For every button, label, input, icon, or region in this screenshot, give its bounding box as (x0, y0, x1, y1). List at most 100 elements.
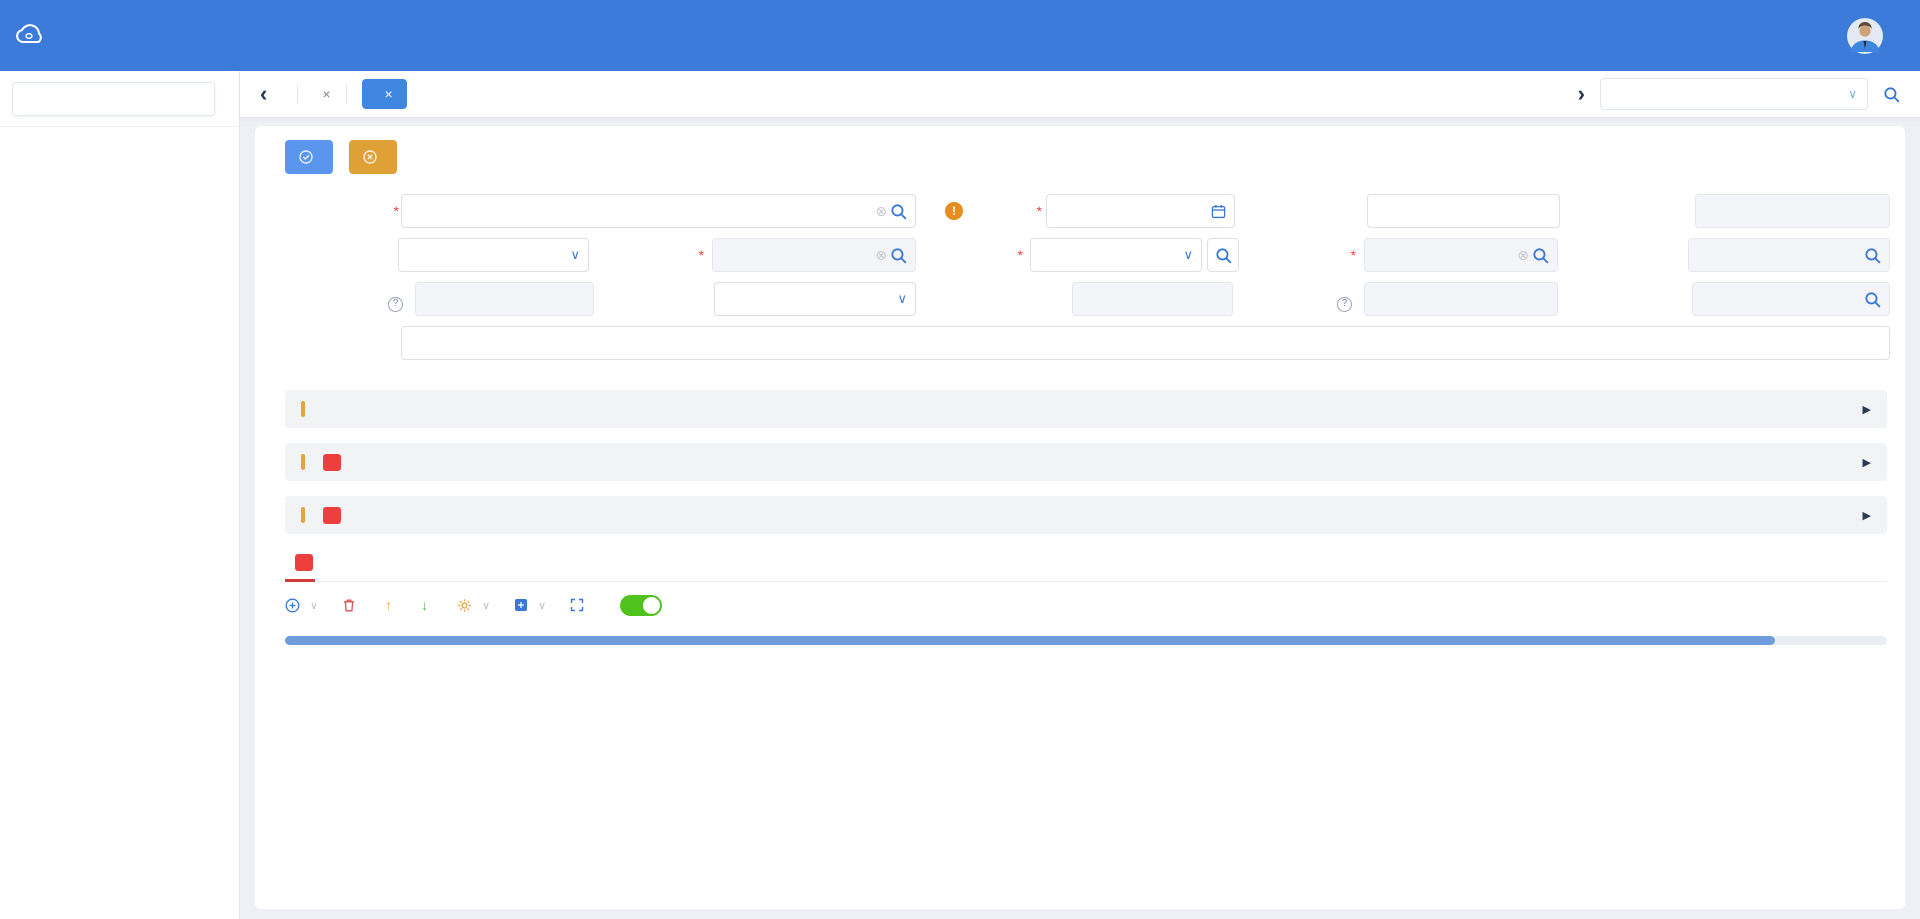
add-row-button[interactable]: ∨ (285, 598, 318, 613)
trash-icon (342, 598, 356, 612)
label-date (912, 194, 1042, 228)
immersive-entry-button[interactable] (570, 598, 589, 612)
label-remark (285, 326, 399, 360)
delete-row-button[interactable] (342, 598, 361, 612)
label-contract (893, 238, 1023, 272)
label-bid-project (1548, 282, 1678, 316)
close-tab-icon[interactable]: × (385, 86, 393, 102)
label-doc-no (1552, 194, 1682, 228)
project-search-icon[interactable] (1883, 86, 1900, 103)
project-input[interactable] (410, 203, 872, 219)
pay-target-input[interactable] (407, 247, 567, 263)
fullscreen-brackets-icon (570, 598, 584, 612)
clear-icon[interactable]: ⊗ (1517, 247, 1529, 264)
user-box[interactable] (1820, 0, 1920, 71)
search-icon[interactable] (1864, 291, 1881, 308)
date-field[interactable] (1046, 194, 1235, 228)
check-circle-icon (299, 150, 313, 164)
tax-inclusive-toggle[interactable] (613, 595, 662, 616)
reimburser-input[interactable] (1697, 247, 1861, 263)
expand-control[interactable]: ▶ (1854, 456, 1871, 469)
scrollbar-thumb[interactable] (285, 636, 1775, 645)
label-handler (1226, 238, 1356, 272)
clear-icon[interactable]: ⊗ (875, 203, 887, 220)
label-counterparty (574, 238, 704, 272)
tab-settlement-new[interactable]: × (362, 79, 407, 109)
question-icon[interactable]: ? (1337, 297, 1352, 312)
invoice-type-input[interactable] (723, 291, 894, 307)
invoice-type-select[interactable]: ∨ (714, 282, 916, 316)
contract-input[interactable] (1039, 247, 1180, 263)
bid-project-input[interactable] (1701, 291, 1861, 307)
question-icon[interactable]: ? (388, 297, 403, 312)
cost-grid-icon (514, 598, 528, 612)
section-contract-settlement[interactable]: ▶ (285, 390, 1887, 428)
header-form: ⊗ ! (285, 194, 1890, 372)
gear-icon (457, 598, 472, 613)
chevron-down-icon[interactable]: ∨ (1183, 247, 1193, 263)
tab-separator (346, 85, 347, 103)
chevron-down-icon[interactable]: ∨ (897, 291, 907, 307)
current-settle-input (424, 291, 585, 307)
tax-input (1081, 291, 1224, 307)
tabs-scroll-left-icon[interactable]: ‹ (260, 83, 267, 105)
counterparty-input[interactable] (721, 247, 872, 263)
remark-field[interactable] (401, 326, 1890, 360)
cost-planning-button[interactable]: ∨ (514, 598, 546, 612)
chevron-down-icon: ∨ (538, 599, 546, 612)
label-pay-target (285, 238, 390, 272)
detail-count-badge (295, 554, 313, 571)
save-button[interactable] (285, 140, 333, 174)
label-current-settle: ? (285, 282, 408, 316)
tax-field (1072, 282, 1233, 316)
plus-circle-icon (285, 598, 300, 613)
bid-project-field[interactable] (1692, 282, 1890, 316)
tab-detail-lines[interactable] (285, 549, 315, 581)
calendar-icon[interactable] (1211, 204, 1226, 219)
tab-bar: ‹ × × › ∨ (240, 71, 1920, 117)
search-icon[interactable] (890, 203, 907, 220)
current-payable-input (1373, 291, 1549, 307)
move-down-button[interactable]: ↓ (421, 597, 433, 613)
label-current-payable: ? (1227, 282, 1357, 316)
reimburser-field[interactable] (1688, 238, 1890, 272)
doc-no-input (1704, 203, 1881, 219)
label-invoice-type (576, 282, 706, 316)
date-input[interactable] (1055, 203, 1208, 219)
handler-input[interactable] (1373, 247, 1514, 263)
expand-arrow-icon: ▶ (1863, 403, 1871, 416)
chevron-down-icon: ∨ (482, 599, 490, 612)
user-no-field[interactable] (1367, 194, 1560, 228)
project-select[interactable]: ∨ (1600, 78, 1868, 110)
close-button[interactable] (349, 140, 397, 174)
menu-search-input[interactable] (12, 82, 215, 116)
tabs-scroll-right-icon[interactable]: › (1578, 83, 1585, 105)
project-field[interactable]: ⊗ (401, 194, 916, 228)
cloud-logo-icon (14, 22, 48, 48)
toggle-on-icon[interactable] (620, 595, 662, 616)
remark-input[interactable] (410, 335, 1881, 351)
close-tab-icon[interactable]: × (322, 86, 330, 102)
chevron-down-icon: ∨ (310, 599, 318, 612)
section-attachments[interactable]: ▶ (285, 443, 1887, 481)
doc-no-field (1695, 194, 1890, 228)
close-circle-icon (363, 150, 377, 164)
deduction-count-badge (323, 507, 341, 524)
expand-arrow-icon: ▶ (1863, 509, 1871, 522)
move-up-button[interactable]: ↑ (385, 597, 397, 613)
contract-select[interactable]: ∨ (1030, 238, 1202, 272)
expand-control[interactable]: ▶ (1854, 509, 1871, 522)
section-accent (301, 507, 305, 523)
expand-control[interactable]: ▶ (1854, 403, 1871, 416)
avatar (1846, 17, 1884, 55)
horizontal-scrollbar (285, 636, 1887, 645)
counterparty-field[interactable]: ⊗ (712, 238, 916, 272)
clear-icon[interactable]: ⊗ (875, 247, 887, 264)
batch-ops-button[interactable]: ∨ (457, 598, 490, 613)
user-no-input[interactable] (1376, 203, 1551, 219)
pay-target-select[interactable]: ∨ (398, 238, 589, 272)
tab-settlement-list[interactable]: × (313, 86, 330, 102)
search-icon[interactable] (1864, 247, 1881, 264)
handler-field[interactable]: ⊗ (1364, 238, 1558, 272)
section-deduction-detail[interactable]: ▶ (285, 496, 1887, 534)
